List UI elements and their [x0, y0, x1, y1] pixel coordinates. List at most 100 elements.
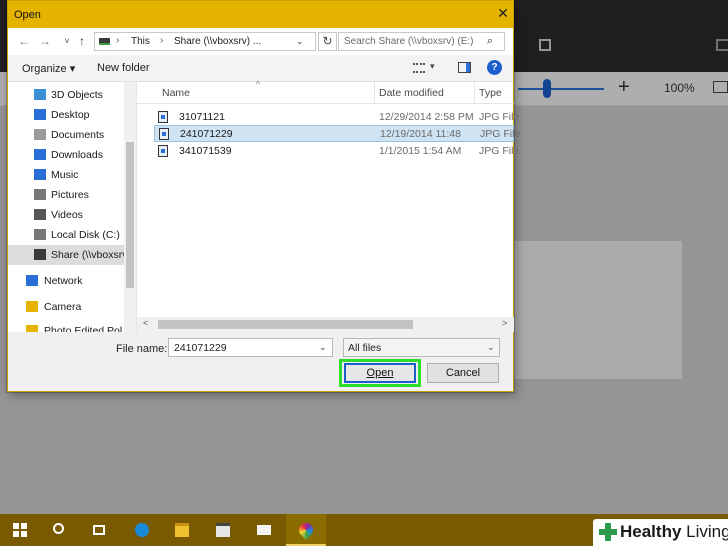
column-divider[interactable] [474, 82, 475, 104]
file-date-cell: 12/29/2014 2:58 PM [379, 111, 474, 123]
nav-pane-item[interactable]: Local Disk (C:) [8, 225, 124, 245]
breadcrumb-separator: › [160, 35, 164, 46]
navigation-pane: 3D Objects Desktop Documents Downloads Music… [8, 82, 136, 332]
local-disk-icon [34, 229, 46, 240]
network-drive-icon [99, 38, 110, 45]
nav-pane-item[interactable]: Downloads [8, 145, 124, 165]
file-name-cell: 341071539 [179, 145, 232, 157]
open-button[interactable]: Open [344, 363, 416, 383]
nav-pane-item[interactable]: Network [8, 271, 124, 291]
address-bar[interactable]: › This › Share (\\vboxsrv) ... ⌄ [94, 32, 316, 51]
nav-pane-item-label: Local Disk (C:) [51, 229, 120, 241]
healthy-living-watermark: Healthy Living [593, 519, 728, 546]
nav-pane-item-label: Camera [44, 301, 82, 313]
nav-pane-scrollbar[interactable] [124, 82, 136, 332]
sort-ascending-icon: ^ [256, 79, 261, 89]
dialog-title: Open [14, 9, 41, 21]
open-file-dialog: Open ✕ ← → ˅ ↑ › This › Share (\\vboxsrv… [7, 0, 520, 392]
desktop-icon [34, 109, 46, 120]
file-name-input[interactable]: 241071229 ⌄ [168, 338, 333, 357]
refresh-icon[interactable]: ↻ [318, 32, 337, 51]
chevron-down-icon[interactable]: ▾ [430, 61, 435, 72]
start-button[interactable] [0, 514, 40, 546]
documents-icon [34, 129, 46, 140]
column-header-name[interactable]: Name [162, 87, 190, 99]
file-row[interactable]: 341071539 1/1/2015 1:54 AM JPG File [154, 143, 519, 160]
file-date-cell: 1/1/2015 1:54 AM [379, 145, 462, 157]
photos-icon [296, 520, 316, 540]
new-folder-button[interactable]: New folder [97, 62, 150, 74]
recent-locations-dropdown[interactable]: ˅ [60, 34, 74, 48]
scroll-left-icon[interactable]: < [143, 318, 148, 328]
column-header-type[interactable]: Type [479, 87, 502, 99]
chevron-down-icon[interactable]: ⌄ [319, 342, 327, 353]
file-explorer-taskbar-button[interactable] [162, 514, 202, 546]
column-divider[interactable] [374, 82, 375, 104]
nav-pane-item-label: Videos [51, 209, 83, 221]
up-arrow-icon[interactable]: ↑ [75, 34, 89, 48]
help-icon[interactable]: ? [487, 60, 502, 75]
nav-pane-item[interactable]: Videos [8, 205, 124, 225]
nav-pane-item[interactable]: Photo Edited Pol [8, 321, 124, 332]
horizontal-scrollbar[interactable]: < > [137, 317, 514, 332]
task-view-button[interactable] [80, 514, 120, 546]
file-row[interactable]: 31071121 12/29/2014 2:58 PM JPG File [154, 109, 519, 126]
jpg-file-icon [158, 111, 168, 123]
file-name-label: File name: [116, 343, 168, 355]
nav-pane-item-label: Pictures [51, 189, 89, 201]
nav-pane-item-label: Documents [51, 129, 105, 141]
nav-pane-item-label: Network [44, 275, 83, 287]
column-header-row: ^ Name Date modified Type [137, 79, 514, 104]
nav-pane-item-label: 3D Objects [51, 89, 103, 101]
scrollbar-thumb[interactable] [158, 320, 413, 329]
store-taskbar-button[interactable] [203, 514, 243, 546]
breadcrumb-this-pc[interactable]: This [131, 36, 150, 47]
music-icon [34, 169, 46, 180]
nav-pane-item[interactable]: Documents [8, 125, 124, 145]
nav-pane-item-label: Downloads [51, 149, 103, 161]
search-placeholder: Search Share (\\vboxsrv) (E:) [344, 36, 474, 47]
edge-icon [135, 523, 149, 537]
nav-pane-item[interactable]: Desktop [8, 105, 124, 125]
nav-pane-item[interactable]: Camera [8, 297, 124, 317]
chevron-down-icon[interactable]: ⌄ [487, 342, 495, 353]
close-icon[interactable]: ✕ [495, 5, 511, 21]
scrollbar-thumb[interactable] [126, 142, 134, 288]
file-date-cell: 12/19/2014 11:48 [380, 128, 461, 140]
scroll-right-icon[interactable]: > [502, 318, 507, 328]
folder-icon [26, 301, 38, 312]
watermark-brand: Healthy [620, 522, 682, 541]
organize-menu-button[interactable]: Organize ▾ [22, 62, 75, 75]
store-bag-icon [216, 523, 230, 537]
edge-taskbar-button[interactable] [122, 514, 162, 546]
cube-icon [34, 89, 46, 100]
nav-pane-item[interactable]: Pictures [8, 185, 124, 205]
search-icon[interactable]: ⌕ [487, 35, 493, 48]
mail-taskbar-button[interactable] [244, 514, 284, 546]
breadcrumb-share[interactable]: Share (\\vboxsrv) ... [174, 36, 261, 47]
taskbar-search-button[interactable] [40, 514, 80, 546]
view-options-icon[interactable] [413, 63, 425, 73]
videos-icon [34, 209, 46, 220]
forward-arrow-icon[interactable]: → [38, 34, 52, 48]
network-drive-icon [34, 249, 46, 260]
task-view-icon [93, 525, 105, 535]
network-icon [26, 275, 38, 286]
file-list: ^ Name Date modified Type 31071121 12/29/… [136, 79, 520, 332]
preview-pane-icon[interactable] [458, 62, 471, 73]
dialog-titlebar[interactable]: Open ✕ [8, 1, 513, 28]
jpg-file-icon [159, 128, 169, 140]
file-type-select[interactable]: All files ⌄ [343, 338, 500, 357]
nav-pane-item[interactable]: Music [8, 165, 124, 185]
nav-pane-item[interactable]: 3D Objects [8, 85, 124, 105]
file-row[interactable]: 241071229 12/19/2014 11:48 JPG File [154, 125, 520, 142]
nav-pane-item[interactable]: Share (\\vboxsrv [8, 245, 128, 265]
file-name-cell: 31071121 [179, 111, 225, 123]
column-header-date-modified[interactable]: Date modified [379, 87, 444, 99]
photos-taskbar-button[interactable] [286, 514, 326, 546]
search-input[interactable]: Search Share (\\vboxsrv) (E:) ⌕ [338, 32, 505, 51]
nav-pane-item-label: Share (\\vboxsrv [51, 249, 128, 261]
back-arrow-icon[interactable]: ← [17, 34, 31, 48]
chevron-down-icon[interactable]: ⌄ [296, 36, 304, 47]
cancel-button[interactable]: Cancel [427, 363, 499, 383]
